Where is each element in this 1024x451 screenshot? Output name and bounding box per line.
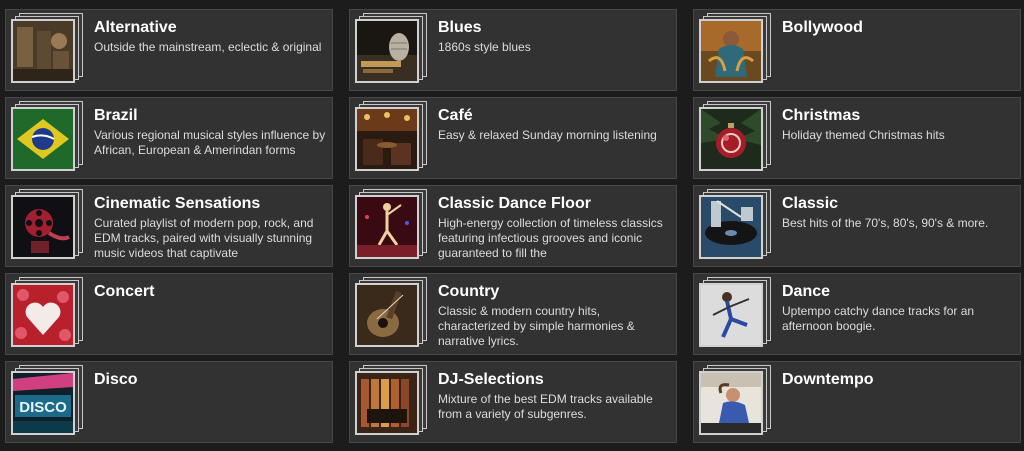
genre-tile-concert[interactable]: Concert <box>5 273 333 355</box>
genre-tile-blues[interactable]: Blues 1860s style blues <box>349 9 677 91</box>
genre-tile-brazil[interactable]: Brazil Various regional musical styles in… <box>5 97 333 179</box>
genre-description: Mixture of the best EDM tracks available… <box>438 392 653 421</box>
heart-roses-art-icon <box>11 283 75 347</box>
genre-grid: Alternative Outside the mainstream, eclec… <box>5 9 1021 443</box>
genre-description: High-energy collection of timeless class… <box>438 216 663 260</box>
album-stack <box>353 277 429 353</box>
genre-description: Various regional musical styles influenc… <box>94 128 326 157</box>
genre-tile-dj-selections[interactable]: DJ-Selections Mixture of the best EDM tra… <box>349 361 677 443</box>
genre-title: Classic <box>782 195 839 212</box>
genre-description: Holiday themed Christmas hits <box>782 128 945 142</box>
genre-description: Easy & relaxed Sunday morning listening <box>438 128 657 142</box>
album-stack <box>697 189 773 265</box>
film-reel-art-icon <box>11 195 75 259</box>
genre-title: Concert <box>94 283 155 300</box>
dancer-art-icon <box>699 19 763 83</box>
genre-title: Bollywood <box>782 19 863 36</box>
genre-description: Classic & modern country hits, character… <box>438 304 635 348</box>
genre-description: 1860s style blues <box>438 40 531 54</box>
alternative-art-icon <box>11 19 75 83</box>
genre-title: Alternative <box>94 19 177 36</box>
genre-tile-country[interactable]: Country Classic & modern country hits, ch… <box>349 273 677 355</box>
album-stack <box>697 277 773 353</box>
genre-tile-cinematic-sensations[interactable]: Cinematic Sensations Curated playlist of … <box>5 185 333 267</box>
genre-title: Disco <box>94 371 138 388</box>
album-stack <box>9 189 85 265</box>
album-stack <box>9 277 85 353</box>
guitar-art-icon <box>355 283 419 347</box>
cafe-art-icon <box>355 107 419 171</box>
album-stack <box>353 13 429 89</box>
album-stack <box>353 365 429 441</box>
album-stack <box>697 13 773 89</box>
genre-title: Classic Dance Floor <box>438 195 591 212</box>
relaxing-woman-art-icon <box>699 371 763 435</box>
genre-description: Best hits of the 70's, 80's, 90's & more… <box>782 216 989 230</box>
album-stack <box>353 101 429 177</box>
album-stack <box>697 101 773 177</box>
album-stack <box>353 189 429 265</box>
svg-text:DISCO: DISCO <box>19 399 67 416</box>
album-stack <box>697 365 773 441</box>
genre-tile-classic[interactable]: Classic Best hits of the 70's, 80's, 90's… <box>693 185 1021 267</box>
genre-description: Uptempo catchy dance tracks for an after… <box>782 304 975 333</box>
dj-art-icon <box>355 371 419 435</box>
album-stack <box>9 101 85 177</box>
genre-title: Christmas <box>782 107 861 124</box>
genre-title: Cinematic Sensations <box>94 195 261 212</box>
genre-tile-christmas[interactable]: Christmas Holiday themed Christmas hits <box>693 97 1021 179</box>
album-stack: DISCO <box>9 365 85 441</box>
genre-tile-cafe[interactable]: Café Easy & relaxed Sunday morning listen… <box>349 97 677 179</box>
genre-tile-downtempo[interactable]: Downtempo <box>693 361 1021 443</box>
turntable-art-icon <box>699 195 763 259</box>
dancer-jump-art-icon <box>699 283 763 347</box>
genre-title: Café <box>438 107 473 124</box>
genre-tile-classic-dance-floor[interactable]: Classic Dance Floor High-energy collectio… <box>349 185 677 267</box>
genre-title: Blues <box>438 19 482 36</box>
microphone-art-icon <box>355 19 419 83</box>
genre-tile-bollywood[interactable]: Bollywood <box>693 9 1021 91</box>
genre-title: Brazil <box>94 107 138 124</box>
dance-floor-art-icon <box>355 195 419 259</box>
genre-title: DJ-Selections <box>438 371 544 388</box>
genre-tile-disco[interactable]: DISCO Disco <box>5 361 333 443</box>
disco-sign-art-icon: DISCO <box>11 371 75 435</box>
genre-tile-dance[interactable]: Dance Uptempo catchy dance tracks for an … <box>693 273 1021 355</box>
album-stack <box>9 13 85 89</box>
genre-title: Downtempo <box>782 371 874 388</box>
ornament-art-icon <box>699 107 763 171</box>
genre-tile-alternative[interactable]: Alternative Outside the mainstream, eclec… <box>5 9 333 91</box>
genre-title: Dance <box>782 283 831 300</box>
genre-title: Country <box>438 283 500 300</box>
genre-description: Curated playlist of modern pop, rock, an… <box>94 216 314 260</box>
genre-description: Outside the mainstream, eclectic & origi… <box>94 40 322 54</box>
brazil-flag-art-icon <box>11 107 75 171</box>
